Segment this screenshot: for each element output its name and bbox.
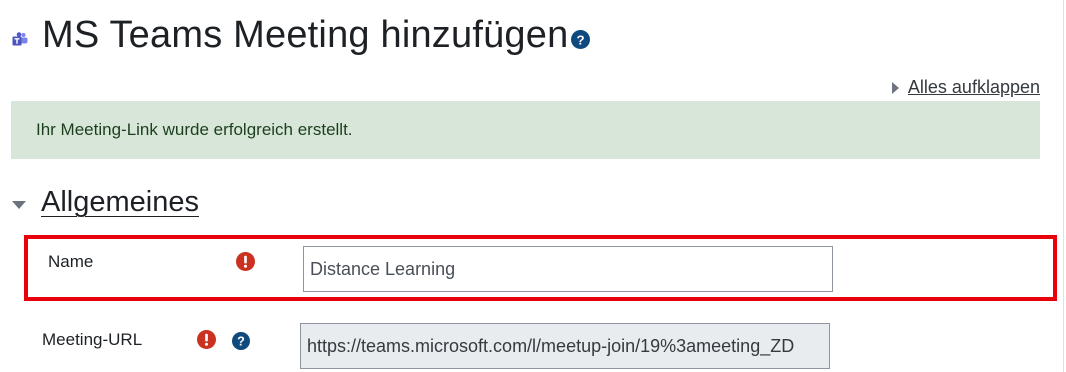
page-title: MS Teams Meeting hinzufügen	[42, 14, 569, 56]
expand-all-link[interactable]: Alles aufklappen	[891, 77, 1040, 98]
svg-text:?: ?	[237, 335, 245, 349]
name-label: Name	[48, 252, 94, 271]
required-icon	[197, 330, 216, 349]
section-title[interactable]: Allgemeines	[41, 186, 199, 219]
meeting-url-value: https://teams.microsoft.com/l/meetup-joi…	[307, 335, 795, 356]
caret-down-icon[interactable]	[12, 200, 26, 209]
meeting-url-input[interactable]: https://teams.microsoft.com/l/meetup-joi…	[300, 323, 830, 369]
required-icon	[236, 252, 255, 271]
name-input[interactable]: Distance Learning	[303, 246, 833, 292]
help-icon[interactable]: ?	[232, 332, 250, 350]
name-input-value: Distance Learning	[310, 258, 456, 279]
meeting-url-label: Meeting-URL	[42, 330, 143, 349]
section-header-general[interactable]: Allgemeines	[12, 186, 199, 219]
page-right-border	[1063, 0, 1064, 372]
page-header: MS Teams Meeting hinzufügen ?	[12, 10, 591, 60]
svg-text:?: ?	[577, 32, 585, 47]
success-alert: Ihr Meeting-Link wurde erfolgreich erste…	[11, 101, 1040, 159]
help-icon[interactable]: ?	[571, 29, 591, 49]
alert-message: Ihr Meeting-Link wurde erfolgreich erste…	[36, 120, 353, 139]
expand-all-label[interactable]: Alles aufklappen	[908, 77, 1040, 98]
ms-teams-icon	[12, 32, 28, 46]
chevron-right-icon	[891, 81, 899, 94]
